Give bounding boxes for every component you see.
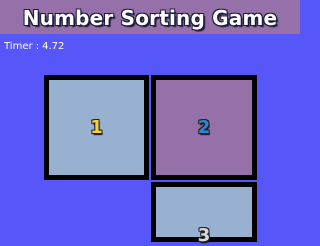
tile-number: 3: [197, 225, 211, 246]
number-tile-1[interactable]: 1: [44, 75, 149, 180]
tile-number: 1: [90, 117, 103, 138]
number-tile-3[interactable]: 3: [151, 182, 257, 246]
tile-number: 2: [197, 117, 211, 138]
timer-value: 4.72: [42, 41, 65, 52]
timer-label: Timer :: [4, 41, 40, 52]
number-tile-2[interactable]: 2: [151, 75, 257, 180]
timer-display: Timer : 4.72: [4, 41, 64, 52]
game-header: Number Sorting Game: [0, 0, 300, 34]
game-title: Number Sorting Game: [22, 6, 278, 30]
